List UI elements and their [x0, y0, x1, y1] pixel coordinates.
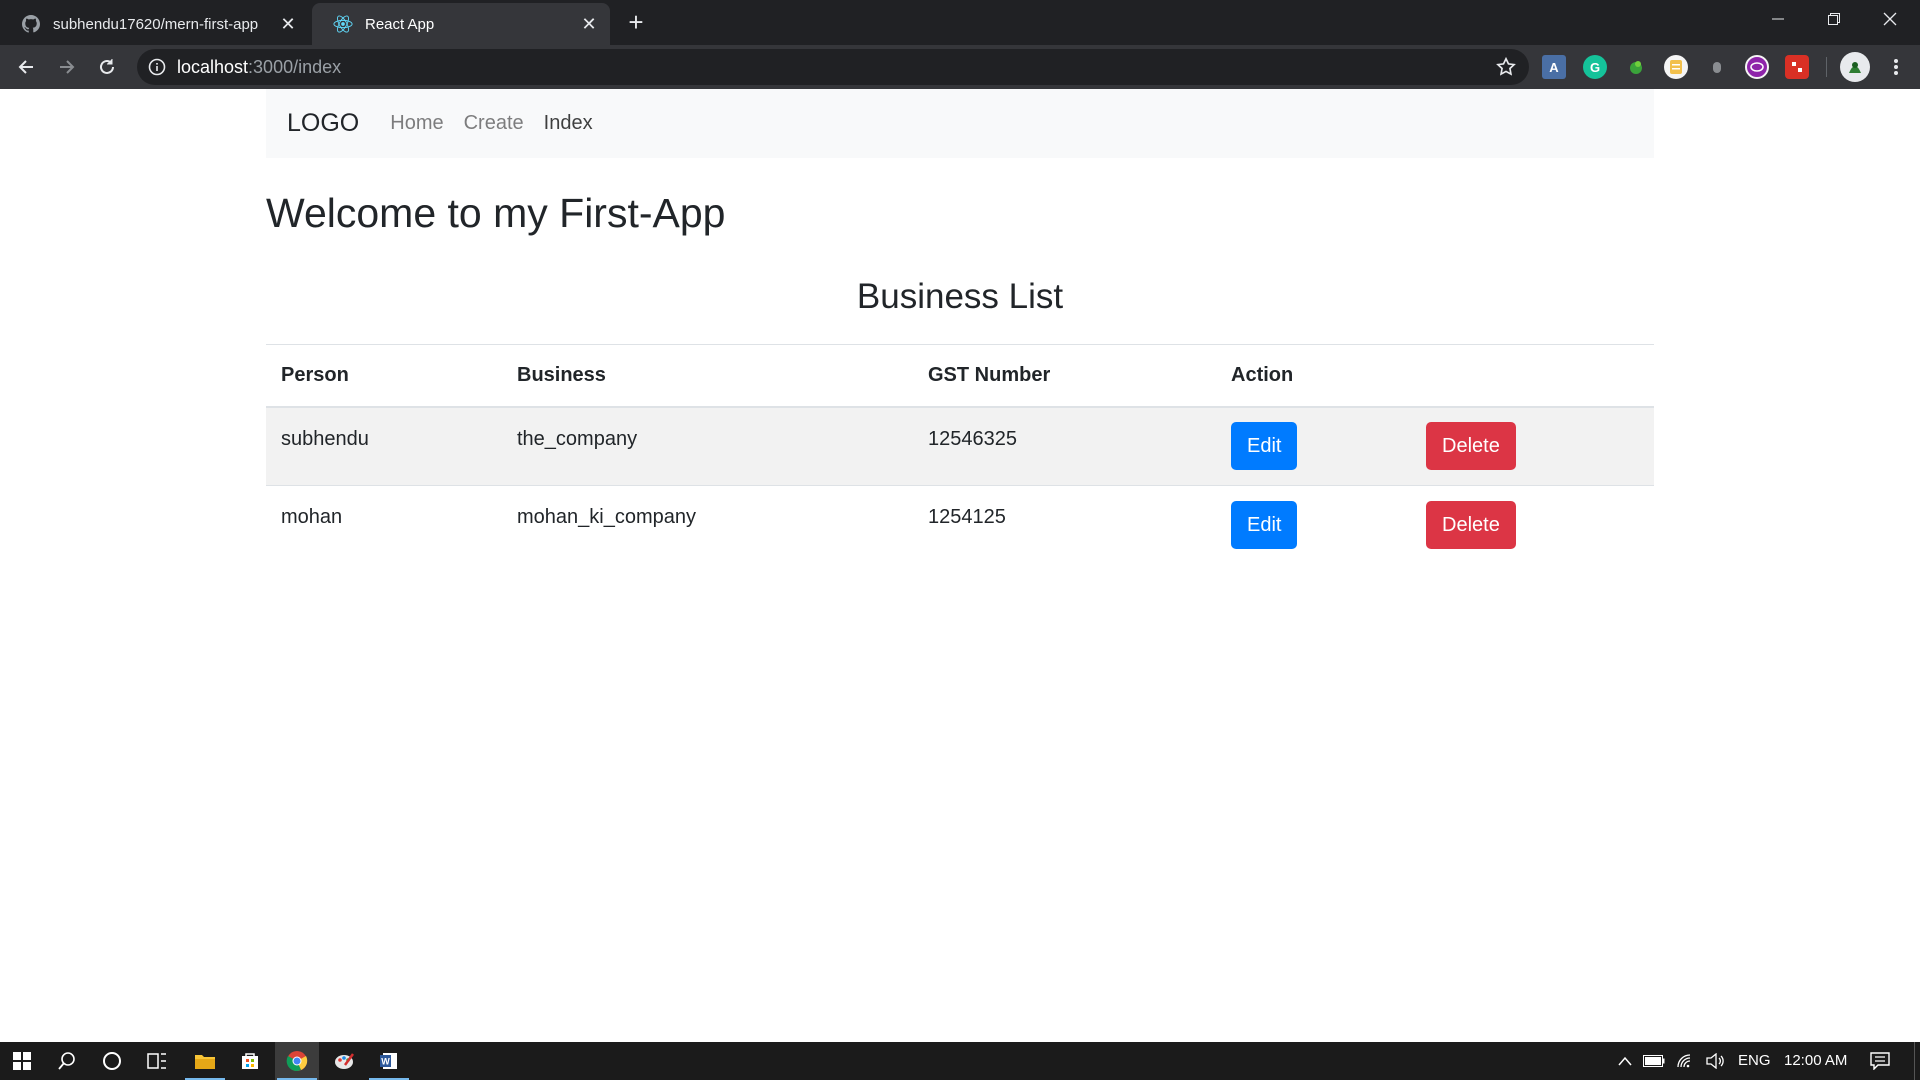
extension-purple-icon[interactable] [1745, 55, 1769, 79]
volume-icon[interactable] [1694, 1042, 1738, 1080]
react-icon [333, 14, 353, 34]
header-business: Business [502, 344, 913, 408]
nav-link-create[interactable]: Create [464, 112, 524, 135]
notifications-icon[interactable] [1858, 1042, 1902, 1080]
info-icon[interactable] [147, 57, 167, 77]
windows-start-icon[interactable] [0, 1042, 44, 1080]
cortana-icon[interactable] [90, 1042, 134, 1080]
extension-notes-icon[interactable] [1664, 55, 1688, 79]
restore-icon[interactable] [1806, 0, 1862, 38]
cell-edit: Edit [1216, 406, 1411, 486]
cell-edit: Edit [1216, 485, 1411, 565]
file-explorer-icon[interactable] [183, 1042, 227, 1080]
url-host: localhost [177, 57, 249, 77]
url-path: :3000/index [248, 57, 342, 77]
chrome-taskbar-icon[interactable] [275, 1042, 319, 1080]
browser-tab-strip: subhendu17620/mern-first-app ✕ React App… [0, 0, 1920, 45]
close-icon[interactable]: ✕ [578, 13, 600, 35]
toolbar-divider [1826, 57, 1827, 77]
task-view-icon[interactable] [135, 1042, 179, 1080]
store-icon[interactable] [228, 1042, 272, 1080]
cell-person: mohan [266, 485, 502, 565]
profile-avatar-icon[interactable] [1840, 52, 1870, 82]
delete-button[interactable]: Delete [1426, 501, 1516, 550]
grammarly-icon[interactable]: G [1583, 55, 1607, 79]
cell-delete: Delete [1411, 406, 1654, 486]
tab-title: subhendu17620/mern-first-app [53, 15, 259, 33]
edit-button[interactable]: Edit [1231, 422, 1298, 471]
show-desktop-divider[interactable] [1914, 1042, 1915, 1080]
close-icon[interactable]: ✕ [277, 13, 299, 35]
page-viewport: LOGO Home Create Index Welcome to my Fir… [0, 89, 1920, 1042]
cell-business: the_company [502, 406, 913, 486]
header-person: Person [266, 344, 502, 408]
extension-red-icon[interactable] [1785, 55, 1809, 79]
clock[interactable]: 12:00 AM [1784, 1042, 1847, 1080]
tab-github[interactable]: subhendu17620/mern-first-app ✕ [0, 3, 309, 45]
extension-green-icon[interactable] [1624, 55, 1648, 79]
language-indicator[interactable]: ENG [1738, 1042, 1771, 1080]
business-list-title: Business List [856, 277, 1064, 316]
url-text: localhost:3000/index [177, 57, 341, 77]
close-window-icon[interactable] [1862, 0, 1918, 38]
browser-toolbar: localhost:3000/index A G [0, 45, 1920, 89]
extension-gray-icon[interactable] [1705, 55, 1729, 79]
table-header-row: Person Business GST Number Action [266, 344, 1654, 408]
reload-icon[interactable] [91, 51, 123, 83]
back-arrow-icon[interactable] [10, 51, 42, 83]
bookmark-star-icon[interactable] [1495, 56, 1517, 78]
tab-title: React App [365, 15, 435, 33]
minimize-icon[interactable] [1750, 0, 1806, 38]
nav-link-index[interactable]: Index [544, 112, 593, 135]
nav-link-home[interactable]: Home [390, 112, 443, 135]
cell-gst-number: 1254125 [913, 485, 1216, 565]
page-title: Welcome to my First-App [266, 190, 726, 236]
forward-arrow-icon[interactable] [51, 51, 83, 83]
app-navbar: LOGO Home Create Index [266, 89, 1654, 158]
cell-person: subhendu [266, 406, 502, 486]
table-row: mohan mohan_ki_company 1254125 Edit Dele… [266, 485, 1654, 565]
extension-a-icon[interactable]: A [1542, 55, 1566, 79]
table-row: subhendu the_company 12546325 Edit Delet… [266, 406, 1654, 486]
header-action: Action [1216, 344, 1654, 408]
svg-text:W: W [381, 1057, 390, 1067]
header-gst-number: GST Number [913, 344, 1216, 408]
edit-button[interactable]: Edit [1231, 501, 1298, 550]
new-tab-plus-icon[interactable]: + [622, 9, 650, 37]
business-table: Person Business GST Number Action subhen… [266, 344, 1654, 565]
search-icon[interactable] [45, 1042, 89, 1080]
github-icon [21, 14, 41, 34]
windows-taskbar: W ENG 12:00 AM [0, 1042, 1920, 1080]
delete-button[interactable]: Delete [1426, 422, 1516, 471]
chrome-menu-icon[interactable] [1880, 51, 1912, 83]
navbar-brand[interactable]: LOGO [287, 109, 359, 138]
cell-business: mohan_ki_company [502, 485, 913, 565]
address-bar[interactable]: localhost:3000/index [137, 49, 1529, 85]
word-icon[interactable]: W [367, 1042, 411, 1080]
paint-icon[interactable] [322, 1042, 366, 1080]
tab-react-app[interactable]: React App ✕ [312, 3, 610, 45]
cell-gst-number: 12546325 [913, 406, 1216, 486]
cell-delete: Delete [1411, 485, 1654, 565]
